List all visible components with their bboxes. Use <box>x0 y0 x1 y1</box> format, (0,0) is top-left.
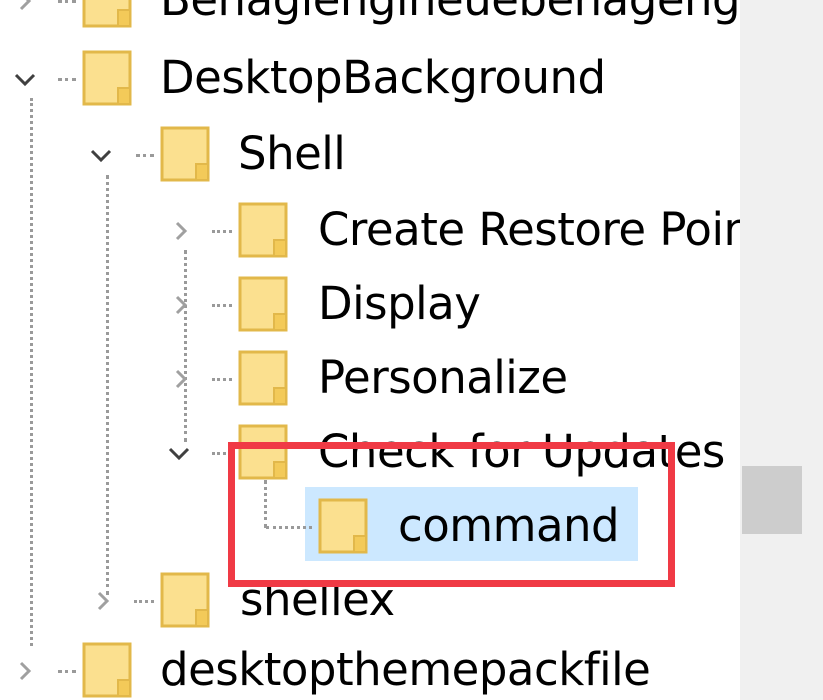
chevron-right-icon[interactable] <box>12 0 38 14</box>
scrollbar-thumb[interactable] <box>742 466 802 534</box>
tree-node-label[interactable]: Shell <box>238 124 346 184</box>
tree-dots <box>58 78 76 81</box>
tree-node-label[interactable]: Personalize <box>318 348 568 408</box>
chevron-down-icon[interactable] <box>12 66 38 92</box>
chevron-right-icon[interactable] <box>90 588 116 614</box>
tree-node-label[interactable]: DesktopBackground <box>160 48 606 108</box>
tree-node-desktopthemepackfile[interactable]: desktopthemepackfile <box>0 632 740 700</box>
tree-dots <box>58 670 76 673</box>
tree-node-desktopbackground[interactable]: DesktopBackground <box>0 40 740 116</box>
folder-icon <box>238 276 288 332</box>
tree-dots <box>136 154 154 157</box>
tree-node-label[interactable]: Create Restore Poin <box>318 200 740 260</box>
tree-node-display[interactable]: Display <box>0 266 740 342</box>
vertical-scrollbar[interactable] <box>740 0 823 700</box>
tree-dots <box>58 0 76 3</box>
chevron-down-icon[interactable] <box>88 142 114 168</box>
tree-node-label[interactable]: desktopthemepackfile <box>160 640 651 700</box>
tree-node-create-restore-point[interactable]: Create Restore Poin <box>0 192 740 268</box>
folder-icon <box>238 202 288 258</box>
tree-dots <box>212 304 232 307</box>
registry-tree: Behaglengineuebehagengin DesktopBackgrou… <box>0 0 740 700</box>
chevron-right-icon[interactable] <box>168 218 194 244</box>
folder-icon <box>238 350 288 406</box>
chevron-down-icon[interactable] <box>166 440 192 466</box>
tree-node[interactable]: Behaglengineuebehagengin <box>0 0 740 38</box>
tree-dots <box>134 600 154 603</box>
folder-icon <box>82 0 132 28</box>
tree-dots <box>212 230 232 233</box>
tree-node-label[interactable]: Display <box>318 274 481 334</box>
folder-icon <box>82 50 132 106</box>
tree-node-label[interactable]: Behaglengineuebehagengin <box>160 0 740 30</box>
chevron-right-icon[interactable] <box>12 658 38 684</box>
tree-node-personalize[interactable]: Personalize <box>0 340 740 416</box>
tree-dots <box>212 378 232 381</box>
folder-icon <box>82 642 132 698</box>
annotation-highlight-box <box>228 442 675 587</box>
tree-node-shell[interactable]: Shell <box>0 116 740 192</box>
folder-icon <box>160 126 210 182</box>
chevron-right-icon[interactable] <box>168 292 194 318</box>
chevron-right-icon[interactable] <box>168 366 194 392</box>
folder-icon <box>160 572 210 628</box>
